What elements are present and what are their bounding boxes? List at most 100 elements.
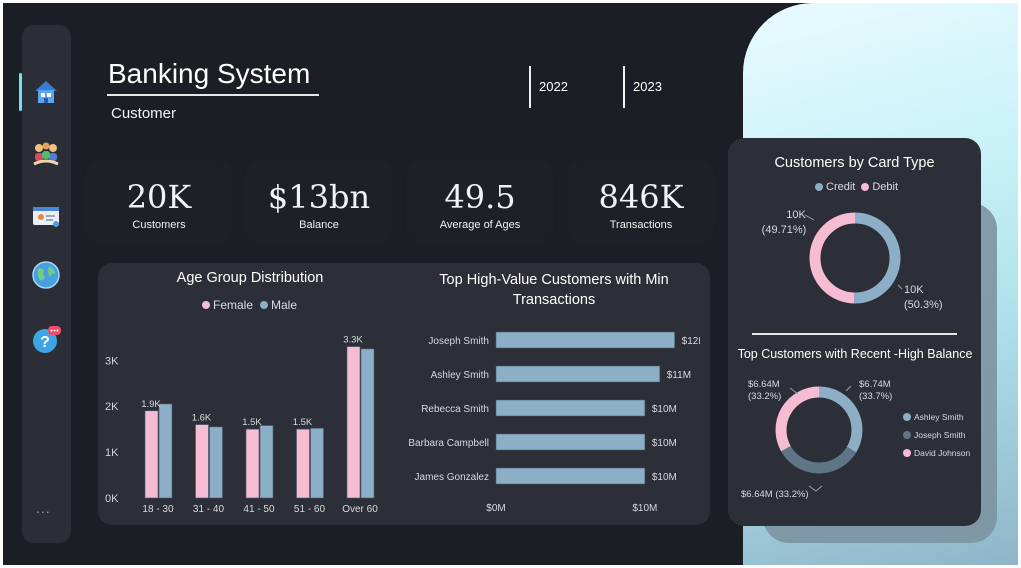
donut-slice-debit xyxy=(809,212,856,304)
leader-line xyxy=(789,387,799,395)
bar-female xyxy=(195,424,209,499)
title-underline xyxy=(107,94,319,96)
kpi-value: 49.5 xyxy=(444,178,516,216)
bar-female xyxy=(346,346,361,499)
kpi-label: Transactions xyxy=(609,219,673,231)
kpi-label: Balance xyxy=(299,219,339,231)
kpi-label: Customers xyxy=(132,219,186,231)
donut-data-label: $6.64M (33.2%) xyxy=(741,489,809,500)
top-value-chart-title: Top High-Value Customers with Min Transa… xyxy=(439,272,669,308)
customers-icon xyxy=(29,137,63,171)
x-tick-label: $10M xyxy=(632,503,657,514)
balance-chart-title: Top Customers with Recent -High Balance xyxy=(737,347,973,361)
kpi-value: $13bn xyxy=(267,178,371,216)
hbar xyxy=(495,399,646,417)
kpi-card-average-age: 49.5 Average of Ages xyxy=(406,160,554,244)
hbar-category-label: Rebecca Smith xyxy=(421,404,489,415)
nav-customers[interactable] xyxy=(25,133,67,175)
kpi-card-transactions: 846K Transactions xyxy=(567,160,715,244)
donut-slice xyxy=(818,386,863,453)
donut-data-label: 10K xyxy=(904,284,924,296)
page-title: Banking System xyxy=(108,58,311,89)
year-filter-2022[interactable]: 2022 xyxy=(529,66,568,108)
kpi-card-balance: $13bn Balance xyxy=(245,160,393,244)
page-subtitle: Customer xyxy=(111,105,177,122)
x-tick-label: $0M xyxy=(486,503,505,514)
hbar xyxy=(495,331,675,349)
female-legend-swatch xyxy=(202,301,210,309)
hbar-data-label: $10M xyxy=(652,472,677,483)
y-tick-label: 3K xyxy=(105,355,119,367)
legend-label: David Johnson xyxy=(914,448,971,458)
donut-slice-credit xyxy=(854,212,901,304)
bar-data-label: 1.6K xyxy=(192,413,212,424)
bar-male xyxy=(209,426,223,499)
x-tick-label: Over 60 xyxy=(342,504,378,515)
legend-swatch xyxy=(903,449,911,457)
legend-label: Joseph Smith xyxy=(914,430,966,440)
hbar-data-label: $12M xyxy=(682,336,700,347)
bar-data-label: 1.5K xyxy=(242,417,262,428)
more-icon[interactable]: ... xyxy=(36,500,51,516)
nav-globe[interactable] xyxy=(25,254,67,296)
leader-line xyxy=(804,214,815,221)
hbar-category-label: Joseph Smith xyxy=(428,336,489,347)
hbar xyxy=(495,433,646,451)
age-group-chart: 0K 1K 2K 3K 1.9K 18 - 30 1.6K 31 - 40 1.5K 41 - 5… xyxy=(105,335,378,515)
y-tick-label: 2K xyxy=(105,401,119,413)
age-chart-title: Age Group Distribution xyxy=(176,270,324,286)
debit-legend-swatch xyxy=(861,183,870,191)
x-tick-label: 31 - 40 xyxy=(193,504,225,515)
nav-home[interactable] xyxy=(19,71,67,113)
bar-data-label: 1.9K xyxy=(141,399,161,410)
panel-divider xyxy=(752,333,957,335)
x-tick-label: 18 - 30 xyxy=(142,504,174,515)
bar-male xyxy=(360,348,375,499)
bar-data-label: 1.5K xyxy=(293,417,313,428)
kpi-label: Average of Ages xyxy=(439,219,521,231)
donut-data-label: (33.7%) xyxy=(859,391,892,402)
donut-data-label: (50.3%) xyxy=(904,299,943,311)
hbar xyxy=(495,365,661,383)
high-balance-donut: $6.74M(33.7%) $6.64M (33.2%) $6.64M(33.2%)… xyxy=(741,379,971,500)
donut-slice xyxy=(781,445,857,474)
bar-female xyxy=(144,410,159,499)
year-filter-2023[interactable]: 2023 xyxy=(623,66,662,108)
bar-female xyxy=(245,428,260,499)
donut-data-label: $6.74M xyxy=(859,379,891,390)
bar-male xyxy=(310,427,324,499)
nav-cards[interactable] xyxy=(25,195,67,237)
help-icon: ? xyxy=(29,322,63,356)
credit-legend-swatch xyxy=(815,183,823,191)
legend-label: Ashley Smith xyxy=(914,412,964,422)
donut-slice xyxy=(775,386,820,452)
donut-data-label: $6.64M xyxy=(748,379,780,390)
donut-data-label: (49.71%) xyxy=(762,224,807,236)
nav-help[interactable]: ? xyxy=(25,318,67,360)
credit-legend-label: Credit xyxy=(826,181,856,193)
donut-data-label: (33.2%) xyxy=(748,391,781,402)
bar-male xyxy=(259,425,274,499)
top-value-customers-chart: Joseph Smith $12M Ashley Smith $11M Rebecca … xyxy=(408,331,700,514)
svg-text:?: ? xyxy=(40,334,50,351)
x-tick-label: 51 - 60 xyxy=(294,504,326,515)
globe-icon xyxy=(29,258,63,292)
hbar xyxy=(495,467,646,485)
leader-line xyxy=(808,485,823,492)
y-tick-label: 0K xyxy=(105,493,119,505)
bar-data-label: 3.3K xyxy=(343,335,363,346)
x-tick-label: 41 - 50 xyxy=(243,504,275,515)
y-tick-label: 1K xyxy=(105,447,119,459)
kpi-value: 20K xyxy=(126,178,192,216)
card-type-donut: 10K (50.3%) 10K (49.71%) xyxy=(762,209,943,311)
kpi-value: 846K xyxy=(598,178,684,216)
home-icon xyxy=(29,75,63,109)
kpi-card-customers: 20K Customers xyxy=(85,160,233,244)
card-type-chart-title: Customers by Card Type xyxy=(774,155,935,171)
female-legend-label: Female xyxy=(213,298,254,312)
hbar-data-label: $10M xyxy=(652,438,677,449)
male-legend-label: Male xyxy=(271,298,298,312)
hbar-data-label: $11M xyxy=(667,370,691,381)
donut-data-label: 10K xyxy=(786,209,806,221)
leader-line xyxy=(845,385,852,392)
